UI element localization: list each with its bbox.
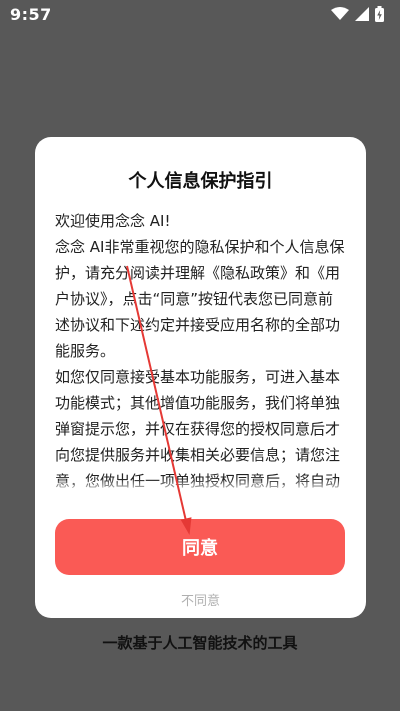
status-time: 9:57 [10, 5, 52, 24]
dialog-body[interactable]: 欢迎使用念念 AI! 念念 AI非常重视您的隐私保护和个人信息保护，请充分阅读并… [55, 208, 346, 493]
disagree-button[interactable]: 不同意 [35, 590, 366, 609]
app-screen: 9:57 个人信息保护指引 欢迎使用念念 AI! 念念 AI非常重视您的隐私保护… [0, 0, 400, 711]
agree-button[interactable]: 同意 [55, 519, 345, 575]
status-bar: 9:57 [0, 0, 400, 28]
app-slogan: 一款基于人工智能技术的工具 [102, 634, 298, 652]
dialog-paragraph-agreements: 念念 AI非常重视您的隐私保护和个人信息保护，请充分阅读并理解《隐私政策》和《用… [55, 238, 345, 360]
cellular-signal-icon [355, 7, 369, 21]
battery-charging-icon [375, 6, 384, 22]
dialog-paragraph-basic-mode: 如您仅同意接受基本功能服务，可进入基本功能模式；其他增值功能服务，我们将单独弹窗… [55, 368, 341, 490]
wifi-icon [331, 7, 349, 21]
status-icons [331, 6, 384, 22]
dialog-paragraph-welcome: 欢迎使用念念 AI! [55, 212, 171, 230]
scroll-fade [55, 479, 346, 493]
dialog-title: 个人信息保护指引 [128, 171, 273, 192]
privacy-dialog: 个人信息保护指引 欢迎使用念念 AI! 念念 AI非常重视您的隐私保护和个人信息… [35, 137, 366, 618]
